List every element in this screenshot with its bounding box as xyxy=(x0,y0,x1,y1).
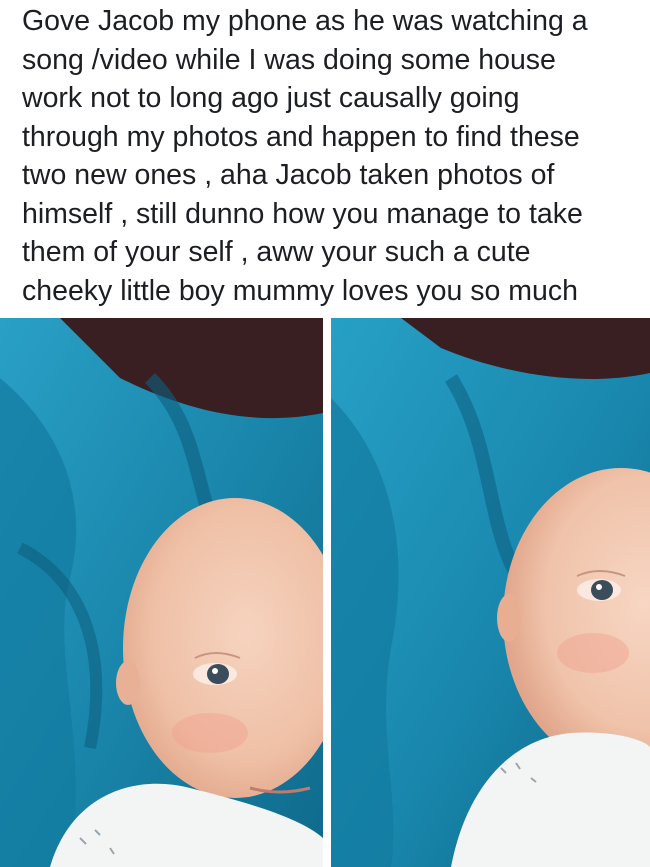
post-text-line: himself , still dunno how you manage to … xyxy=(22,197,583,230)
post-text-line: Gove Jacob my phone as he was watching a xyxy=(22,5,588,37)
baby-selfie-photo-1[interactable] xyxy=(0,318,323,867)
baby-selfie-photo-2[interactable] xyxy=(331,318,650,867)
post-text-line: them of your self , aww your such a cute xyxy=(22,236,531,268)
photo-grid xyxy=(0,318,650,867)
post-text-line: cheeky little boy mummy loves you so muc… xyxy=(22,274,578,307)
post-text-line: work not to long ago just causally going xyxy=(22,82,520,114)
photo-illustration xyxy=(0,318,323,867)
post-text-line: through my photos and happen to find the… xyxy=(22,120,580,153)
photo-illustration xyxy=(331,318,650,867)
post-text: Gove Jacob my phone as he was watching a… xyxy=(22,2,642,310)
post-text-line: song /video while I was doing some house xyxy=(22,43,556,76)
post-text-line: two new ones , aha Jacob taken photos of xyxy=(22,159,555,191)
facebook-post: Gove Jacob my phone as he was watching a… xyxy=(0,0,650,867)
